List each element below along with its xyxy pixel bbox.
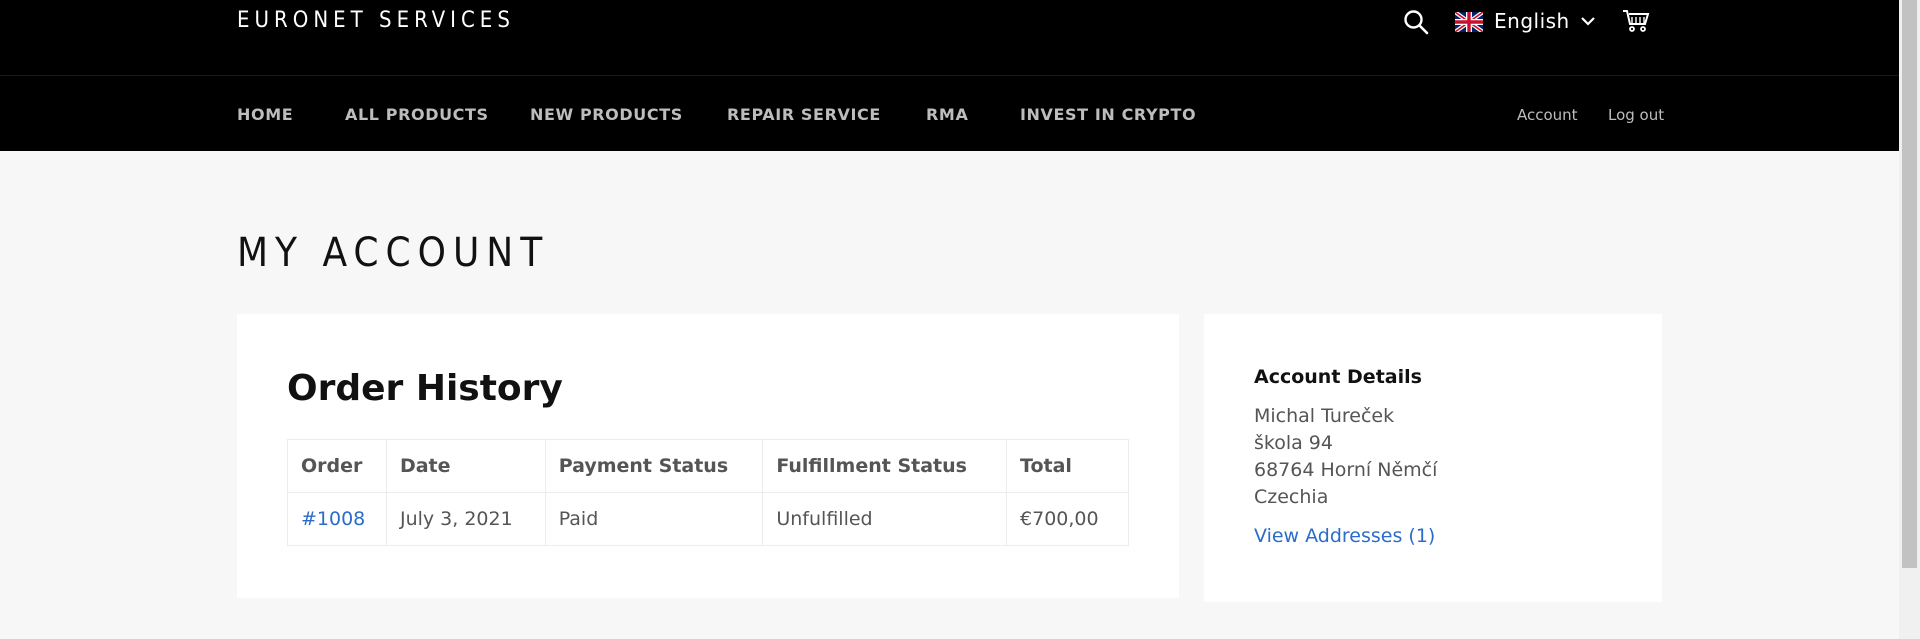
main-nav: HOME ALL PRODUCTS NEW PRODUCTS REPAIR SE… xyxy=(0,75,1899,151)
nav-item-new-products[interactable]: NEW PRODUCTS xyxy=(530,105,683,124)
uk-flag-icon[interactable] xyxy=(1455,12,1483,32)
order-date: July 3, 2021 xyxy=(385,492,546,546)
site-logo[interactable]: EURONET SERVICES xyxy=(237,8,515,33)
header-top: EURONET SERVICES English xyxy=(0,0,1899,75)
order-number-link[interactable]: #1008 xyxy=(287,492,387,546)
orders-table-header: Order Date Payment Status Fulfillment St… xyxy=(287,439,1129,493)
nav-item-repair-service[interactable]: REPAIR SERVICE xyxy=(727,105,881,124)
logout-link[interactable]: Log out xyxy=(1608,106,1664,124)
account-name: Michal Tureček xyxy=(1254,405,1395,427)
order-history-card: Order History Order Date Payment Status … xyxy=(237,314,1179,598)
language-selector[interactable]: English xyxy=(1494,9,1570,33)
account-details-title: Account Details xyxy=(1254,366,1422,388)
page-title: MY ACCOUNT xyxy=(237,230,550,276)
orders-table: Order Date Payment Status Fulfillment St… xyxy=(287,439,1129,546)
scrollbar-thumb[interactable] xyxy=(1902,0,1917,568)
cart-icon[interactable] xyxy=(1622,8,1650,34)
column-payment-status: Payment Status xyxy=(544,439,764,493)
fulfillment-status: Unfulfilled xyxy=(762,492,1008,546)
account-details-card: Account Details Michal Tureček škola 94 … xyxy=(1204,314,1662,602)
column-total: Total xyxy=(1006,439,1129,493)
column-fulfillment-status: Fulfillment Status xyxy=(762,439,1008,493)
account-link[interactable]: Account xyxy=(1517,106,1578,124)
nav-item-all-products[interactable]: ALL PRODUCTS xyxy=(345,105,489,124)
nav-item-invest-in-crypto[interactable]: INVEST IN CRYPTO xyxy=(1020,105,1196,124)
column-date: Date xyxy=(385,439,546,493)
nav-item-home[interactable]: HOME xyxy=(237,105,293,124)
account-street: škola 94 xyxy=(1254,432,1333,454)
chevron-down-icon[interactable] xyxy=(1580,15,1596,27)
column-order: Order xyxy=(287,439,387,493)
account-country: Czechia xyxy=(1254,486,1329,508)
payment-status: Paid xyxy=(544,492,764,546)
table-row: #1008 July 3, 2021 Paid Unfulfilled €700… xyxy=(287,492,1129,546)
account-city: 68764 Horní Němčí xyxy=(1254,459,1438,481)
order-history-title: Order History xyxy=(287,368,563,409)
search-icon[interactable] xyxy=(1403,9,1429,35)
nav-item-rma[interactable]: RMA xyxy=(926,105,968,124)
view-addresses-link[interactable]: View Addresses (1) xyxy=(1254,525,1435,547)
order-total: €700,00 xyxy=(1006,492,1129,546)
